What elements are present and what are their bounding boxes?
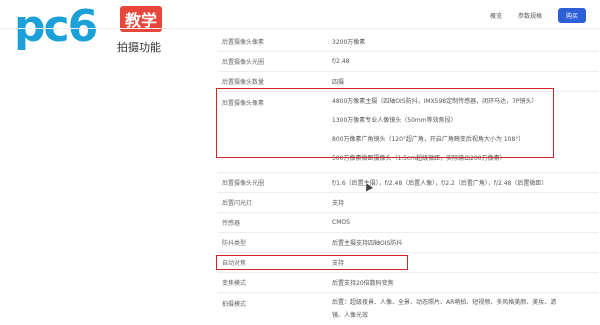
- spec-value-list: 后置：超级夜景、人像、全景、动态照片、AR萌拍、短视频、多风格美颜、美妆、滤 镜…: [332, 293, 598, 325]
- nav-overview[interactable]: 概览: [490, 11, 502, 20]
- section-title: 拍摄功能: [117, 41, 161, 54]
- spec-value: 后置主摄支持四轴OIS防抖: [332, 240, 403, 247]
- spec-row: 后置摄像头光圈 f/2.48: [218, 52, 598, 72]
- spec-value: 后置支持20倍数码变焦: [332, 280, 394, 287]
- spec-value: CMOS: [332, 219, 350, 226]
- logo-text: pc6: [14, 1, 98, 52]
- spec-value: 3200万像素: [332, 39, 366, 46]
- spec-row: 拍摄模式 后置：超级夜景、人像、全景、动态照片、AR萌拍、短视频、多风格美颜、美…: [218, 293, 598, 325]
- spec-label: 后置闪光灯: [222, 200, 253, 207]
- spec-value: f/2.48: [332, 58, 350, 65]
- spec-label: 拍摄模式: [222, 301, 247, 308]
- spec-label: 变焦模式: [222, 280, 247, 287]
- highlight-box-pixels: [216, 88, 554, 158]
- spec-label: 防抖类型: [222, 240, 247, 247]
- spec-label: 后置摄像头数量: [222, 79, 265, 86]
- spec-label: 后置摄像头光圈: [222, 59, 265, 66]
- highlight-box-zoom: [216, 255, 408, 270]
- spec-value: 支持: [332, 200, 345, 207]
- spec-label: 后置摄像头像素: [222, 39, 265, 46]
- spec-label: 后置摄像头光圈: [222, 180, 265, 187]
- spec-table: 后置摄像头像素 3200万像素 后置摄像头光圈 f/2.48 后置摄像头数量 四…: [218, 32, 598, 325]
- spec-row: 防抖类型 后置主摄支持四轴OIS防抖: [218, 233, 598, 253]
- spec-label: 传感器: [222, 220, 241, 227]
- nav-divider: [0, 28, 600, 29]
- nav-specs[interactable]: 参数规格: [518, 11, 542, 20]
- top-nav: 概览 参数规格 购买: [490, 6, 600, 24]
- spec-value: 后置：超级夜景、人像、全景、动态照片、AR萌拍、短视频、多风格美颜、美妆、滤: [332, 299, 557, 306]
- spec-row: 传感器 CMOS: [218, 213, 598, 233]
- spec-row: 后置闪光灯 支持: [218, 193, 598, 213]
- spec-row: 后置摄像头光圈 f/1.6（后置主摄），f/2.48（后置人像），f/2.2（后…: [218, 173, 598, 193]
- spec-value: 四摄: [332, 79, 345, 86]
- spec-row: 变焦模式 后置支持20倍数码变焦: [218, 273, 598, 293]
- buy-button[interactable]: 购买: [557, 7, 586, 23]
- spec-row: 后置摄像头像素 3200万像素: [218, 32, 598, 52]
